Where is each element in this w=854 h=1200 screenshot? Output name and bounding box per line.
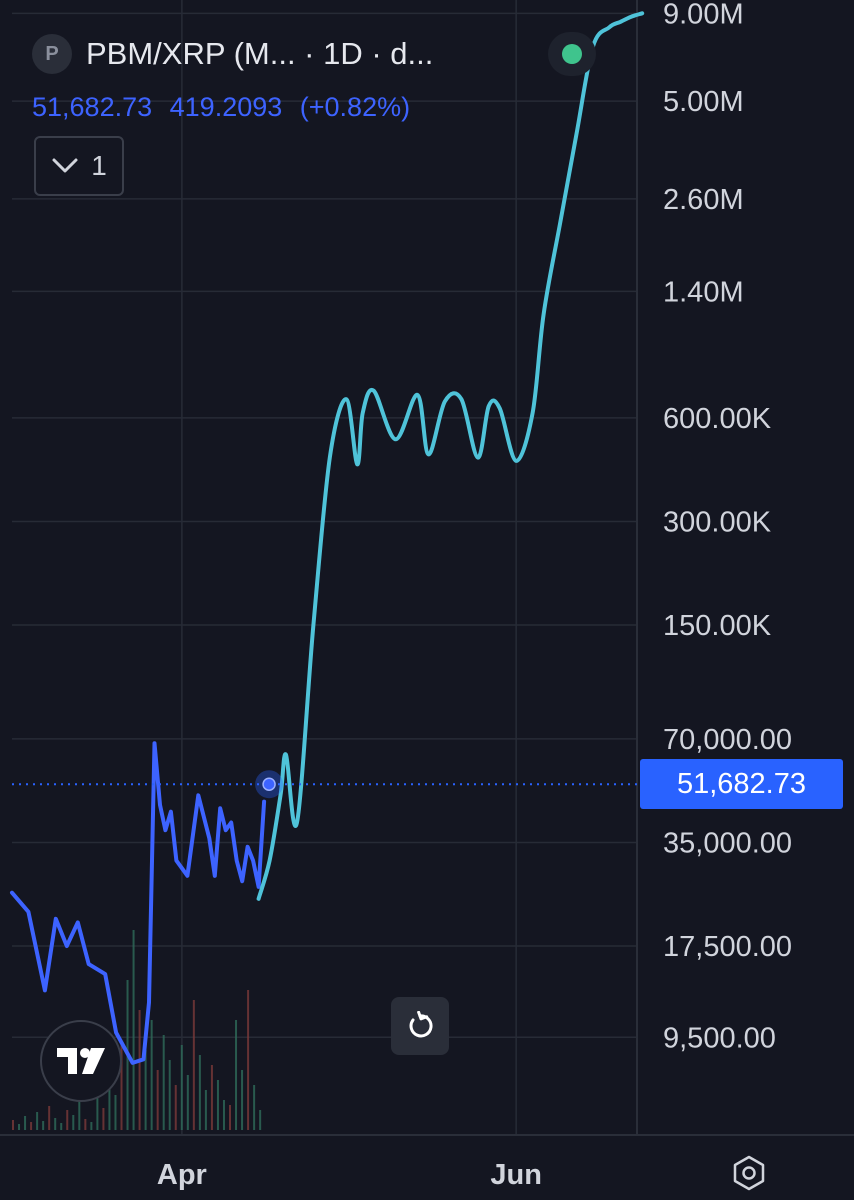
volume-bar: [114, 1095, 117, 1130]
indicators-toggle-button[interactable]: 1: [34, 136, 124, 196]
volume-bar: [90, 1122, 93, 1130]
volume-bar: [216, 1080, 219, 1130]
volume-bar: [253, 1085, 256, 1130]
volume-bar: [241, 1070, 244, 1130]
volume-bar: [24, 1116, 27, 1130]
volume-bar: [102, 1108, 105, 1130]
x-tick-label: Apr: [157, 1159, 207, 1191]
volume-bar: [222, 1100, 225, 1130]
volume-bar: [48, 1106, 51, 1130]
status-dot-icon: [562, 44, 582, 64]
volume-bar: [36, 1112, 39, 1130]
y-tick-label: 70,000.00: [663, 724, 792, 756]
volume-bar: [84, 1119, 87, 1130]
volume-bar: [192, 1000, 195, 1130]
tradingview-logo-icon[interactable]: [40, 1020, 122, 1102]
y-tick-label: 2.60M: [663, 184, 744, 216]
chart-settings-button[interactable]: [728, 1152, 770, 1194]
volume-bar: [42, 1121, 45, 1130]
volume-bar: [138, 1010, 141, 1130]
symbol-header[interactable]: P PBM/XRP (M... · 1D · d...: [32, 32, 592, 76]
volume-bar: [144, 1050, 147, 1130]
reset-icon: [409, 1011, 433, 1038]
symbol-badge-icon: P: [32, 34, 72, 74]
volume-bar: [66, 1110, 69, 1130]
y-tick-label: 1.40M: [663, 276, 744, 308]
grid: [0, 0, 854, 1136]
volume-bar: [186, 1075, 189, 1130]
quote-line: 51,682.73 419.2093 (+0.82%): [32, 92, 420, 123]
historical-price-line: [10, 741, 267, 1065]
reset-chart-button[interactable]: [391, 997, 449, 1055]
volume-bar: [198, 1055, 201, 1130]
projected-price-line: [256, 11, 645, 901]
x-tick-label: Jun: [490, 1159, 542, 1191]
settings-icon: [733, 1155, 765, 1191]
y-tick-label: 5.00M: [663, 86, 744, 118]
indicators-count: 1: [91, 150, 107, 181]
volume-bar: [229, 1105, 232, 1130]
chevron-down-icon: [52, 158, 78, 173]
volume-bar: [132, 930, 135, 1130]
volume-bar: [235, 1020, 238, 1130]
cursor-marker: [12, 770, 640, 799]
volume-bar: [156, 1070, 159, 1130]
y-tick-label: 300.00K: [663, 506, 772, 538]
volume-bar: [162, 1035, 165, 1130]
symbol-title[interactable]: PBM/XRP (M... · 1D · d...: [86, 36, 433, 72]
price-change: 419.2093: [169, 92, 283, 122]
axis-labels: 9.00M 5.00M 2.60M 1.40M 600.00K 300.00K 150.00…: [157, 0, 792, 1191]
volume-bar: [210, 1065, 213, 1130]
volume-bar: [180, 1045, 183, 1130]
y-tick-label: 35,000.00: [663, 827, 792, 859]
volume-bar: [150, 1020, 153, 1130]
volume-bar: [54, 1118, 57, 1130]
volume-bar: [174, 1085, 177, 1130]
y-tick-label: 150.00K: [663, 610, 772, 642]
volume-bar: [60, 1123, 63, 1130]
y-tick-label: 600.00K: [663, 403, 772, 435]
volume-bar: [12, 1120, 14, 1130]
volume-bar: [259, 1110, 262, 1130]
last-price: 51,682.73: [32, 92, 153, 122]
volume-bar: [18, 1124, 21, 1130]
volume-bar: [168, 1060, 171, 1130]
volume-bar: [78, 1100, 81, 1130]
y-tick-label: 17,500.00: [663, 931, 792, 963]
volume-bar: [72, 1115, 75, 1130]
market-status-indicator[interactable]: [548, 32, 596, 76]
last-price-tag: 51,682.73: [640, 759, 843, 810]
cursor-point[interactable]: [262, 777, 276, 791]
volume-bar: [204, 1090, 207, 1130]
price-change-pct: (+0.82%): [299, 92, 411, 122]
volume-bar: [30, 1122, 33, 1130]
volume-bar: [247, 990, 250, 1130]
y-tick-label: 9,500.00: [663, 1022, 776, 1054]
y-tick-label: 9.00M: [663, 0, 744, 30]
